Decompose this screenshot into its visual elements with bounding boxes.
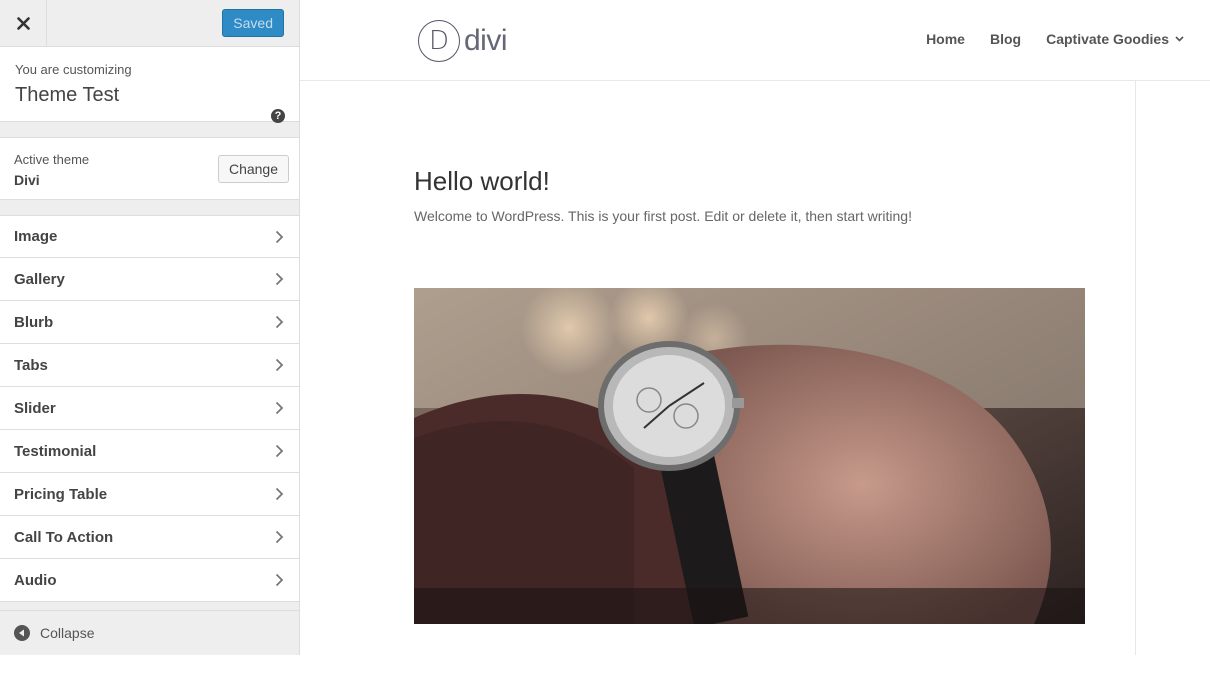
post-excerpt: Welcome to WordPress. This is your first… [414,208,912,224]
section-title: Gallery [14,270,65,288]
post-featured-image[interactable] [414,288,1085,624]
nav-home[interactable]: Home [926,31,965,47]
page-bottom-space [0,655,1210,700]
main-navigation: Home Blog Captivate Goodies [926,31,1184,47]
chevron-right-icon [275,573,284,587]
nav-blog[interactable]: Blog [990,31,1021,47]
section-pricing-table[interactable]: Pricing Table [0,473,299,516]
collapse-button[interactable]: Collapse [0,610,299,655]
section-audio[interactable]: Audio [0,559,299,602]
section-title: Image [14,228,58,245]
section-testimonial[interactable]: Testimonial [0,430,299,473]
section-tabs[interactable]: Tabs [0,344,299,387]
chevron-down-icon [1175,36,1184,42]
chevron-right-icon [275,530,284,544]
section-title: Tabs [14,356,48,374]
chevron-right-icon [275,272,284,286]
section-title: Audio [14,571,57,589]
customizing-subtitle: You are customizing [15,62,132,77]
site-logo[interactable]: D divi [418,20,508,62]
help-icon[interactable]: ? [271,109,285,123]
watch-on-wrist-image [414,288,1085,624]
chevron-right-icon [275,401,284,415]
section-title: Testimonial [14,442,97,460]
section-title: Slider [14,399,56,417]
site-header: D divi Home Blog Captivate Goodies [300,0,1210,81]
close-icon [16,17,30,30]
section-title: Call To Action [14,528,114,546]
chevron-right-icon [275,230,284,244]
section-gallery[interactable]: Gallery [0,258,299,301]
nav-captivate-goodies[interactable]: Captivate Goodies [1046,31,1184,47]
section-blurb[interactable]: Blurb [0,301,299,344]
site-preview: D divi Home Blog Captivate Goodies Hello… [300,0,1210,655]
collapse-label: Collapse [40,625,95,641]
active-theme-panel: Active theme Divi Change [0,137,299,200]
nav-captivate-goodies-label: Captivate Goodies [1046,31,1169,47]
chevron-right-icon [275,315,284,329]
customizer-sections: Image Gallery Blurb Tabs Slider Testimon… [0,215,299,602]
section-call-to-action[interactable]: Call To Action [0,516,299,559]
section-image[interactable]: Image [0,215,299,258]
post-title[interactable]: Hello world! [414,166,550,197]
section-title: Pricing Table [14,485,108,503]
close-customizer-button[interactable] [0,0,47,47]
logo-mark: D [418,20,460,62]
customizing-title: Theme Test [15,84,120,106]
chevron-right-icon [275,444,284,458]
collapse-arrow-icon [14,625,30,641]
sidebar-divider [1135,81,1136,655]
section-slider[interactable]: Slider [0,387,299,430]
saved-button[interactable]: Saved [222,9,284,37]
customizer-sidebar: Saved You are customizing Theme Test ? A… [0,0,300,655]
chevron-right-icon [275,487,284,501]
logo-text: divi [464,24,508,57]
change-theme-button[interactable]: Change [217,155,289,183]
customizer-header: Saved [0,0,299,47]
customizing-info: You are customizing Theme Test ? [0,47,299,123]
chevron-right-icon [275,358,284,372]
section-title: Blurb [14,313,54,331]
